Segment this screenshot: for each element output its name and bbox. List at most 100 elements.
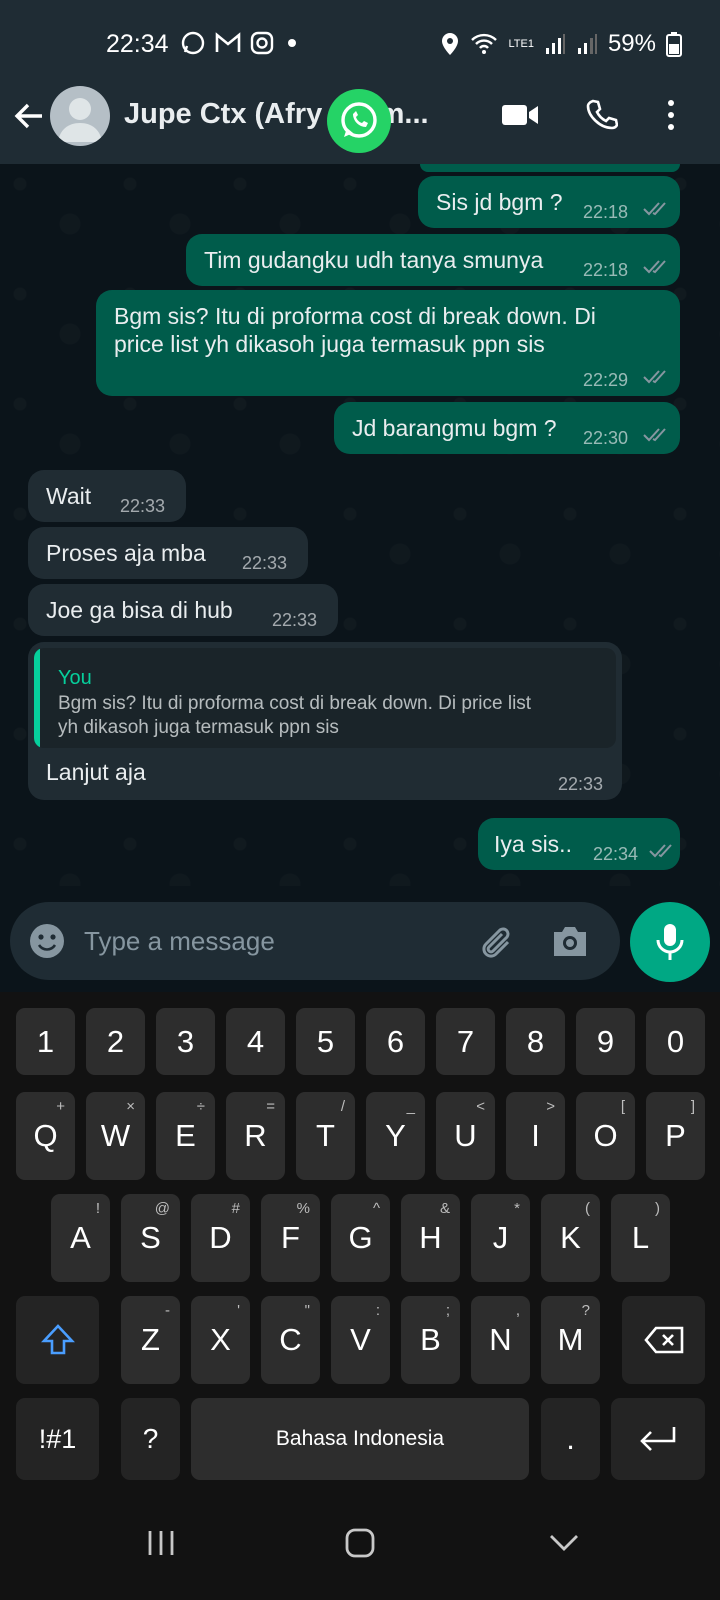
message-bubble[interactable]: Iya sis.. 22:34	[478, 818, 680, 870]
key-label: T	[316, 1118, 335, 1153]
key-0[interactable]: 0	[646, 1008, 705, 1075]
message-bubble[interactable]: Bgm sis? Itu di proforma cost di break d…	[96, 290, 680, 396]
key-9[interactable]: 9	[576, 1008, 635, 1075]
read-check-icon	[649, 844, 672, 858]
key-c[interactable]: " C	[261, 1296, 320, 1384]
message-bubble[interactable]: Wait 22:33	[28, 470, 186, 522]
key-a[interactable]: ! A	[51, 1194, 110, 1282]
attach-icon[interactable]	[478, 922, 518, 962]
camera-icon[interactable]	[550, 922, 590, 960]
key-6[interactable]: 6	[366, 1008, 425, 1075]
message-placeholder: Type a message	[84, 926, 275, 956]
emoji-icon[interactable]	[28, 922, 66, 960]
key-i[interactable]: > I	[506, 1092, 565, 1180]
battery-percent: 59%	[607, 30, 656, 57]
signal-icon-2	[577, 34, 597, 54]
key-r[interactable]: = R	[226, 1092, 285, 1180]
whatsapp-logo-icon	[341, 102, 377, 138]
message-bubble[interactable]: Jd barangmu bgm ? 22:30	[334, 402, 680, 454]
backspace-key[interactable]	[622, 1296, 705, 1384]
key-h[interactable]: & H	[401, 1194, 460, 1282]
contact-name[interactable]: Jupe Ctx (Afry Surm...	[124, 98, 474, 131]
key-k[interactable]: (K	[541, 1194, 600, 1282]
voice-call-button[interactable]	[586, 98, 619, 135]
enter-key[interactable]	[611, 1398, 705, 1480]
read-check-icon	[643, 428, 666, 442]
message-bubble[interactable]: Sis jd bgm ? 22:18	[418, 176, 680, 228]
key-2[interactable]: 2	[86, 1008, 145, 1075]
default-avatar-icon	[58, 98, 102, 142]
message-text: Wait	[46, 483, 92, 509]
key-3[interactable]: 3	[156, 1008, 215, 1075]
gmail-notification-icon	[215, 32, 241, 52]
key-d[interactable]: # D	[191, 1194, 250, 1282]
avatar[interactable]	[50, 86, 110, 146]
key-label: H	[419, 1220, 442, 1255]
key-label: I	[531, 1118, 540, 1153]
key-1[interactable]: 1	[16, 1008, 75, 1075]
key-v[interactable]: :V	[331, 1296, 390, 1384]
key-4[interactable]: 4	[226, 1008, 285, 1075]
keyboard-hide-chevron-icon[interactable]	[548, 1532, 580, 1554]
key-m[interactable]: ? M	[541, 1296, 600, 1384]
key-w[interactable]: × W	[86, 1092, 145, 1180]
quote-line: Bgm sis? Itu di proforma cost di break d…	[58, 693, 532, 714]
key-p[interactable]: ] P	[646, 1092, 705, 1180]
message-bubble[interactable]: Joe ga bisa di hub 22:33	[28, 584, 338, 636]
shift-key[interactable]	[16, 1296, 99, 1384]
key-5[interactable]: 5	[296, 1008, 355, 1075]
message-bubble[interactable]: Tim gudangku udh tanya smunya 22:18	[186, 234, 680, 286]
backspace-icon	[643, 1326, 683, 1354]
question-key[interactable]: ?	[121, 1398, 180, 1480]
key-label: Q	[33, 1118, 58, 1153]
key-z[interactable]: -Z	[121, 1296, 180, 1384]
key-label: 7	[456, 1023, 475, 1059]
whatsapp-floating-icon[interactable]	[327, 89, 391, 153]
key-u[interactable]: < U	[436, 1092, 495, 1180]
key-label: E	[175, 1118, 196, 1153]
more-options-button[interactable]	[664, 98, 678, 137]
message-text: Sis jd bgm ?	[436, 189, 563, 215]
key-g[interactable]: ^ G	[331, 1194, 390, 1282]
key-s[interactable]: @ S	[121, 1194, 180, 1282]
back-button[interactable]	[12, 100, 46, 137]
key-o[interactable]: [O	[576, 1092, 635, 1180]
key-label: W	[100, 1118, 131, 1153]
key-label: Z	[141, 1322, 160, 1357]
message-input[interactable]: Type a message	[10, 902, 620, 980]
symbols-key[interactable]: !#1	[16, 1398, 99, 1480]
key-label: .	[566, 1421, 575, 1456]
key-label: S	[140, 1220, 161, 1255]
key-8[interactable]: 8	[506, 1008, 565, 1075]
recent-apps-icon[interactable]	[146, 1528, 176, 1558]
key-f[interactable]: % F	[261, 1194, 320, 1282]
key-e[interactable]: ÷ E	[156, 1092, 215, 1180]
quoted-message[interactable]: You Bgm sis? Itu di proforma cost di bre…	[34, 648, 616, 748]
key-q[interactable]: + Q	[16, 1092, 75, 1180]
home-icon[interactable]	[344, 1527, 376, 1559]
enter-arrow-icon	[640, 1427, 676, 1451]
video-call-button[interactable]	[500, 98, 540, 137]
key-t[interactable]: / T	[296, 1092, 355, 1180]
message-line: price list yh dikasoh juga termasuk ppn …	[114, 331, 545, 357]
location-icon	[442, 33, 459, 55]
key-y[interactable]: _ Y	[366, 1092, 425, 1180]
key-label: 3	[176, 1023, 195, 1059]
key-x[interactable]: ' X	[191, 1296, 250, 1384]
read-check-icon	[643, 202, 666, 216]
key-l[interactable]: ) L	[611, 1194, 670, 1282]
key-7[interactable]: 7	[436, 1008, 495, 1075]
message-bubble[interactable]: Proses aja mba 22:33	[28, 527, 308, 579]
period-key[interactable]: .	[541, 1398, 600, 1480]
space-key[interactable]: Bahasa Indonesia	[191, 1398, 529, 1480]
message-time: 22:18	[583, 202, 629, 222]
key-n[interactable]: ,N	[471, 1296, 530, 1384]
voice-message-button[interactable]	[630, 902, 710, 982]
key-label: V	[350, 1322, 371, 1357]
chat-area[interactable]: Sis jd bgm ? 22:18 Tim gudangku udh tany…	[0, 164, 720, 886]
key-label: D	[209, 1220, 232, 1255]
read-check-icon	[643, 370, 666, 384]
key-j[interactable]: * J	[471, 1194, 530, 1282]
reply-message-bubble[interactable]: You Bgm sis? Itu di proforma cost di bre…	[28, 642, 622, 800]
key-b[interactable]: ; B	[401, 1296, 460, 1384]
